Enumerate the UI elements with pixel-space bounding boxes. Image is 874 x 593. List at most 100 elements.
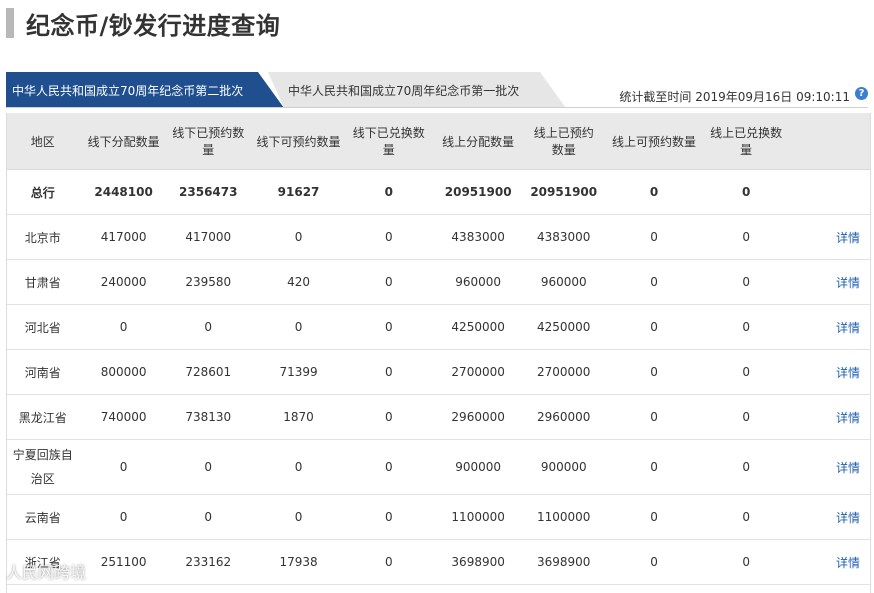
column-header: 线下可预约数量: [256, 134, 341, 149]
value-cell: 0: [650, 555, 658, 569]
value-cell: 0: [294, 460, 303, 474]
value-cell: 0: [204, 510, 213, 524]
column-header: 线下已兑换数量: [352, 126, 425, 157]
value-cell: 0: [384, 185, 393, 199]
value-cell: 0: [650, 230, 658, 244]
value-cell: 2356473: [179, 185, 238, 199]
detail-link[interactable]: 详情: [836, 321, 860, 335]
help-icon[interactable]: ?: [855, 87, 868, 100]
region-cell: 北京市: [24, 230, 61, 245]
value-cell: 420: [287, 275, 310, 289]
value-cell: 728601: [185, 365, 232, 379]
value-cell: 0: [650, 365, 658, 379]
value-cell: 0: [384, 460, 393, 474]
column-header: 线上分配数量: [442, 134, 515, 149]
table-row: 云南省 0 0 0 0 1100000 1100000 0 0 详情: [7, 495, 870, 540]
value-cell: 0: [204, 320, 213, 334]
value-cell: 240000: [100, 275, 147, 289]
region-cell: 总行: [30, 185, 55, 200]
region-cell: 甘肃省: [24, 275, 61, 290]
value-cell: 740000: [100, 410, 147, 424]
value-cell: 0: [119, 320, 128, 334]
value-cell: 0: [742, 230, 750, 244]
tab-batch-1[interactable]: 中华人民共和国成立70周年纪念币第一批次: [268, 72, 566, 108]
tab-batch-2[interactable]: 中华人民共和国成立70周年纪念币第二批次: [6, 72, 284, 108]
detail-link[interactable]: 详情: [836, 556, 860, 570]
value-cell: 2448100: [94, 185, 153, 199]
value-cell: 0: [294, 320, 303, 334]
value-cell: 0: [384, 510, 393, 524]
batch-tabs: 中华人民共和国成立70周年纪念币第二批次 中华人民共和国成立70周年纪念币第一批…: [6, 72, 868, 108]
detail-link[interactable]: 详情: [836, 366, 860, 380]
value-cell: 417000: [185, 230, 232, 244]
value-cell: 1870: [283, 410, 314, 424]
table-row: 浙江省 251100 233162 17938 0 3698900 369890…: [7, 540, 870, 585]
value-cell: 233162: [185, 555, 232, 569]
tabs-divider: [6, 107, 868, 108]
value-cell: 2700000: [537, 365, 591, 379]
value-cell: 3698900: [537, 555, 591, 569]
value-cell: 0: [742, 185, 751, 199]
detail-link[interactable]: 详情: [836, 461, 860, 475]
value-cell: 0: [650, 275, 658, 289]
value-cell: 1100000: [537, 510, 591, 524]
value-cell: 0: [742, 510, 750, 524]
value-cell: 0: [384, 555, 393, 569]
value-cell: 20951900: [444, 185, 512, 199]
value-cell: 0: [742, 365, 750, 379]
table-header: 地区 线下分配数量 线下已预约数量 线下可预约数量 线下已兑换数量 线上分配数量…: [7, 113, 870, 170]
value-cell: 0: [294, 510, 303, 524]
region-cell: 河北省: [24, 320, 61, 335]
column-header: 线下分配数量: [87, 134, 160, 149]
value-cell: 4383000: [451, 230, 505, 244]
value-cell: 251100: [100, 555, 147, 569]
column-header: 线上已兑换数量: [710, 126, 783, 157]
value-cell: 960000: [540, 275, 587, 289]
column-header: 线下已预约数量: [172, 126, 245, 157]
value-cell: 0: [119, 460, 128, 474]
detail-link[interactable]: 详情: [836, 276, 860, 290]
region-cell: 云南省: [24, 510, 61, 525]
value-cell: 900000: [540, 460, 587, 474]
table-row: 北京市 417000 417000 0 0 4383000 4383000 0 …: [7, 215, 870, 260]
title-accent-bar: [6, 8, 14, 38]
value-cell: 417000: [100, 230, 147, 244]
value-cell: 4250000: [451, 320, 505, 334]
value-cell: 0: [384, 410, 393, 424]
value-cell: 4250000: [537, 320, 591, 334]
value-cell: 0: [742, 410, 750, 424]
value-cell: 2960000: [451, 410, 505, 424]
value-cell: 20951900: [530, 185, 598, 199]
value-cell: 0: [742, 555, 750, 569]
value-cell: 2960000: [537, 410, 591, 424]
region-cell: 河南省: [24, 365, 61, 380]
region-cell: 黑龙江省: [18, 410, 67, 425]
column-header-region: 地区: [30, 134, 55, 149]
column-header: 线上可预约数量: [612, 134, 697, 149]
value-cell: 4383000: [537, 230, 591, 244]
value-cell: 2700000: [451, 365, 505, 379]
value-cell: 0: [650, 510, 658, 524]
value-cell: 0: [204, 460, 213, 474]
value-cell: 71399: [279, 365, 318, 379]
value-cell: 3698900: [451, 555, 505, 569]
detail-link[interactable]: 详情: [836, 231, 860, 245]
detail-link[interactable]: 详情: [836, 511, 860, 525]
value-cell: 0: [119, 510, 128, 524]
value-cell: 239580: [185, 275, 232, 289]
table-row: 甘肃省 240000 239580 420 0 960000 960000 0 …: [7, 260, 870, 305]
detail-link[interactable]: 详情: [836, 411, 860, 425]
value-cell: 0: [742, 460, 750, 474]
value-cell: 0: [742, 275, 750, 289]
value-cell: 0: [384, 275, 393, 289]
value-cell: 91627: [277, 185, 320, 199]
value-cell: 0: [384, 230, 393, 244]
progress-table: 地区 线下分配数量 线下已预约数量 线下可预约数量 线下已兑换数量 线上分配数量…: [6, 113, 871, 593]
table-row: 河北省 0 0 0 0 4250000 4250000 0 0 详情: [7, 305, 870, 350]
value-cell: 738130: [185, 410, 232, 424]
value-cell: 0: [649, 185, 659, 199]
value-cell: 0: [650, 410, 658, 424]
region-cell: 宁夏回族自治区: [12, 448, 73, 486]
page-title: 纪念币/钞发行进度查询: [26, 11, 281, 40]
value-cell: 0: [294, 230, 303, 244]
